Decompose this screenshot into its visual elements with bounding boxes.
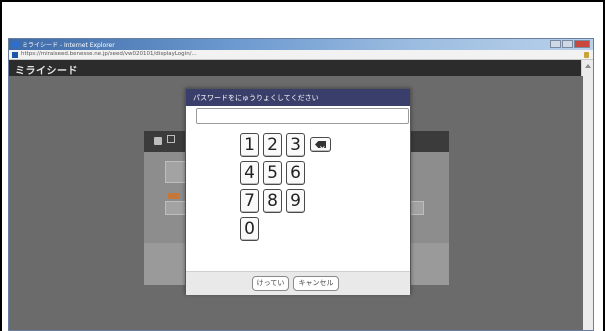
lock-icon (154, 137, 162, 145)
key-3[interactable]: 3 (286, 133, 305, 157)
frame-top-border (0, 0, 605, 2)
key-8[interactable]: 8 (263, 189, 282, 213)
title-bar: ミライシード - Internet Explorer (9, 39, 593, 50)
required-badge (168, 193, 180, 199)
backspace-button[interactable] (310, 137, 331, 152)
dialog-title: パスワードをにゅうりょくしてください (193, 94, 319, 102)
backspace-icon (315, 141, 326, 148)
maximize-button[interactable] (562, 40, 573, 48)
address-bar[interactable]: https://miraiseed.benesse.ne.jp/seed/vw0… (9, 50, 593, 60)
window-title: ミライシード - Internet Explorer (22, 42, 115, 49)
panel-header-icon (167, 135, 175, 143)
key-5[interactable]: 5 (263, 161, 282, 185)
confirm-button[interactable]: けってい (252, 276, 289, 291)
key-2[interactable]: 2 (263, 133, 282, 157)
scroll-up-arrow-icon[interactable] (585, 64, 591, 68)
screenshot-frame: ミライシード - Internet Explorer https://mirai… (0, 0, 605, 331)
address-url[interactable]: https://miraiseed.benesse.ne.jp/seed/vw0… (21, 51, 197, 57)
key-4[interactable]: 4 (240, 161, 259, 185)
key-0[interactable]: 0 (240, 217, 259, 241)
app-logo: ミライシード (15, 66, 78, 77)
password-dialog: パスワードをにゅうりょくしてください 1 2 3 4 5 6 7 8 9 0 け… (185, 88, 411, 295)
dialog-header: パスワードをにゅうりょくしてください (186, 89, 410, 106)
dialog-footer: けってい キャンセル (186, 271, 410, 295)
password-input[interactable] (196, 108, 409, 124)
window-controls (550, 40, 590, 49)
minimize-button[interactable] (550, 40, 561, 48)
close-window-button[interactable] (574, 40, 590, 48)
key-7[interactable]: 7 (240, 189, 259, 213)
site-favicon-icon (12, 52, 18, 58)
lock-icon[interactable] (584, 52, 589, 58)
frame-left-border (0, 0, 2, 331)
key-9[interactable]: 9 (286, 189, 305, 213)
browser-window: ミライシード - Internet Explorer https://mirai… (8, 38, 594, 331)
cancel-button[interactable]: キャンセル (293, 276, 339, 291)
key-1[interactable]: 1 (240, 133, 259, 157)
key-6[interactable]: 6 (286, 161, 305, 185)
app-header: ミライシード (9, 60, 583, 77)
ie-icon (12, 41, 19, 48)
